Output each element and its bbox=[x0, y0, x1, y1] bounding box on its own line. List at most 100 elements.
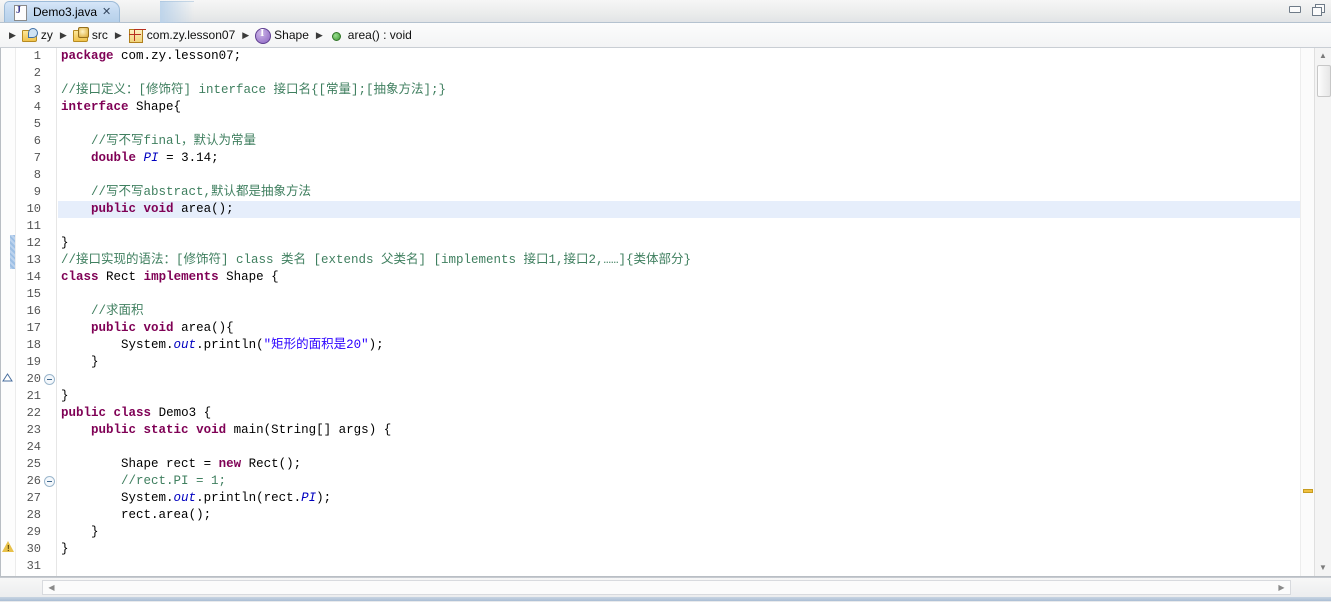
code-line[interactable]: double PI = 3.14; bbox=[58, 150, 1331, 167]
code-line[interactable] bbox=[58, 286, 1331, 303]
code-line[interactable] bbox=[58, 167, 1331, 184]
fold-collapse-toggle-line17[interactable] bbox=[44, 374, 55, 385]
breadcrumb-item-type[interactable]: Shape bbox=[252, 26, 313, 44]
code-line[interactable]: class Rect implements Shape { bbox=[58, 269, 1331, 286]
code-line[interactable]: public static void main(String[] args) { bbox=[58, 422, 1331, 439]
breadcrumb-item-source-folder[interactable]: src bbox=[70, 26, 112, 44]
code-line[interactable]: //写不写final，默认为常量 bbox=[58, 133, 1331, 150]
breadcrumb-label-project: zy bbox=[40, 28, 53, 42]
editor-tab-label: Demo3.java bbox=[33, 5, 98, 19]
code-line[interactable] bbox=[58, 116, 1331, 133]
line-number: 22 bbox=[26, 406, 41, 420]
window-controls bbox=[1287, 2, 1326, 16]
code-line[interactable]: public class Demo3 { bbox=[58, 405, 1331, 422]
chevron-right-icon: ▶ bbox=[114, 29, 122, 40]
java-file-icon bbox=[12, 4, 28, 21]
code-line[interactable] bbox=[58, 65, 1331, 82]
line-number: 18 bbox=[26, 338, 41, 352]
line-number: 13 bbox=[26, 253, 41, 267]
window-bottom-strip bbox=[0, 597, 1331, 601]
code-line[interactable] bbox=[58, 439, 1331, 456]
code-line[interactable]: //接口实现的语法：[修饰符] class 类名 [extends 父类名] [… bbox=[58, 252, 1331, 269]
line-number: 23 bbox=[26, 423, 41, 437]
code-line[interactable] bbox=[58, 558, 1331, 575]
line-number: 16 bbox=[26, 304, 41, 318]
overview-warning-mark[interactable] bbox=[1303, 489, 1313, 493]
breadcrumb-item-package[interactable]: com.zy.lesson07 bbox=[125, 26, 239, 44]
breadcrumb-item-project[interactable]: zy bbox=[19, 26, 57, 44]
code-line[interactable]: interface Shape{ bbox=[58, 99, 1331, 116]
source-folder-icon bbox=[72, 27, 89, 43]
code-line[interactable]: } bbox=[58, 541, 1331, 558]
vertical-scrollbar-thumb[interactable] bbox=[1317, 65, 1331, 97]
line-number: 6 bbox=[33, 134, 41, 148]
warning-marker-icon[interactable]: ! bbox=[2, 540, 15, 553]
folding-ruler[interactable] bbox=[43, 48, 57, 576]
chevron-right-icon: ▶ bbox=[59, 29, 67, 40]
scroll-down-glyph: ▼ bbox=[1319, 563, 1327, 572]
line-number: 5 bbox=[33, 117, 41, 131]
editor-tab-bar: Demo3.java ✕ bbox=[0, 0, 1331, 23]
breadcrumb-label-source-folder: src bbox=[91, 28, 108, 42]
scroll-right-glyph: ▶ bbox=[1278, 582, 1285, 592]
line-number: 11 bbox=[26, 219, 41, 233]
line-number: 28 bbox=[26, 508, 41, 522]
code-line[interactable]: } bbox=[58, 235, 1331, 252]
line-number: 8 bbox=[33, 168, 41, 182]
method-icon bbox=[328, 27, 344, 43]
package-icon bbox=[127, 27, 143, 43]
breadcrumb-item-member[interactable]: area() : void bbox=[326, 26, 416, 44]
breadcrumb-label-type: Shape bbox=[274, 28, 309, 42]
minimize-button[interactable] bbox=[1287, 2, 1302, 16]
code-line[interactable] bbox=[58, 218, 1331, 235]
breadcrumb-label-member: area() : void bbox=[347, 28, 412, 42]
code-line[interactable]: package com.zy.lesson07; bbox=[58, 48, 1331, 65]
code-line[interactable]: System.out.println("矩形的面积是20"); bbox=[58, 337, 1331, 354]
code-line[interactable]: //写不写abstract,默认都是抽象方法 bbox=[58, 184, 1331, 201]
code-editor[interactable]: ! 1 2 3 4 5 6 7 8 9 10 11 12 13 14 15 16 17 18 19 20 21 22 23 2… bbox=[0, 48, 1331, 577]
line-number: 31 bbox=[26, 559, 41, 573]
line-number: 24 bbox=[26, 440, 41, 454]
horizontal-scrollbar-track[interactable] bbox=[42, 580, 1291, 595]
scroll-right-icon[interactable]: ▶ bbox=[1274, 580, 1289, 595]
annotation-ruler[interactable]: ! bbox=[1, 48, 16, 576]
code-line[interactable] bbox=[58, 371, 1331, 388]
code-line[interactable]: public void area(); bbox=[58, 201, 1331, 218]
code-line[interactable]: } bbox=[58, 524, 1331, 541]
code-line[interactable]: } bbox=[58, 354, 1331, 371]
code-line[interactable]: System.out.println(rect.PI); bbox=[58, 490, 1331, 507]
code-line[interactable]: rect.area(); bbox=[58, 507, 1331, 524]
eclipse-editor-window: Demo3.java ✕ ▶ zy ▶ src ▶ com.zy.lesson0… bbox=[0, 0, 1331, 602]
code-line[interactable]: //rect.PI = 1; bbox=[58, 473, 1331, 490]
line-number: 4 bbox=[33, 100, 41, 114]
line-number: 2 bbox=[33, 66, 41, 80]
restore-button[interactable] bbox=[1311, 2, 1326, 16]
vertical-scrollbar[interactable]: ▲ ▼ bbox=[1314, 48, 1331, 576]
scroll-up-icon[interactable]: ▲ bbox=[1315, 48, 1331, 64]
scroll-left-icon[interactable]: ◀ bbox=[44, 580, 59, 595]
override-indicator-icon[interactable] bbox=[2, 371, 13, 382]
editor-tab-demo3-java[interactable]: Demo3.java ✕ bbox=[4, 1, 121, 22]
code-line[interactable]: //接口定义：[修饰符] interface 接口名{[常量];[抽象方法];} bbox=[58, 82, 1331, 99]
fold-collapse-toggle-line23[interactable] bbox=[44, 476, 55, 487]
line-number: 26 bbox=[26, 474, 41, 488]
breadcrumb-lead-arrow-icon: ▶ bbox=[9, 29, 16, 40]
close-icon[interactable]: ✕ bbox=[102, 6, 111, 18]
code-line[interactable]: Shape rect = new Rect(); bbox=[58, 456, 1331, 473]
line-number: 14 bbox=[26, 270, 41, 284]
chevron-right-icon: ▶ bbox=[315, 29, 323, 40]
scroll-up-glyph: ▲ bbox=[1319, 51, 1327, 60]
code-line[interactable]: public void area(){ bbox=[58, 320, 1331, 337]
line-number: 7 bbox=[33, 151, 41, 165]
code-line[interactable]: } bbox=[58, 388, 1331, 405]
scroll-down-icon[interactable]: ▼ bbox=[1315, 560, 1331, 576]
overview-ruler[interactable] bbox=[1300, 48, 1315, 576]
line-number: 19 bbox=[26, 355, 41, 369]
breadcrumb: ▶ zy ▶ src ▶ com.zy.lesson07 ▶ Shape ▶ a… bbox=[0, 23, 1331, 48]
line-number: 29 bbox=[26, 525, 41, 539]
code-text-area[interactable]: package com.zy.lesson07; //接口定义：[修饰符] in… bbox=[57, 48, 1331, 576]
line-number: 25 bbox=[26, 457, 41, 471]
line-number: 1 bbox=[33, 49, 41, 63]
code-line[interactable]: //求面积 bbox=[58, 303, 1331, 320]
line-number: 9 bbox=[33, 185, 41, 199]
